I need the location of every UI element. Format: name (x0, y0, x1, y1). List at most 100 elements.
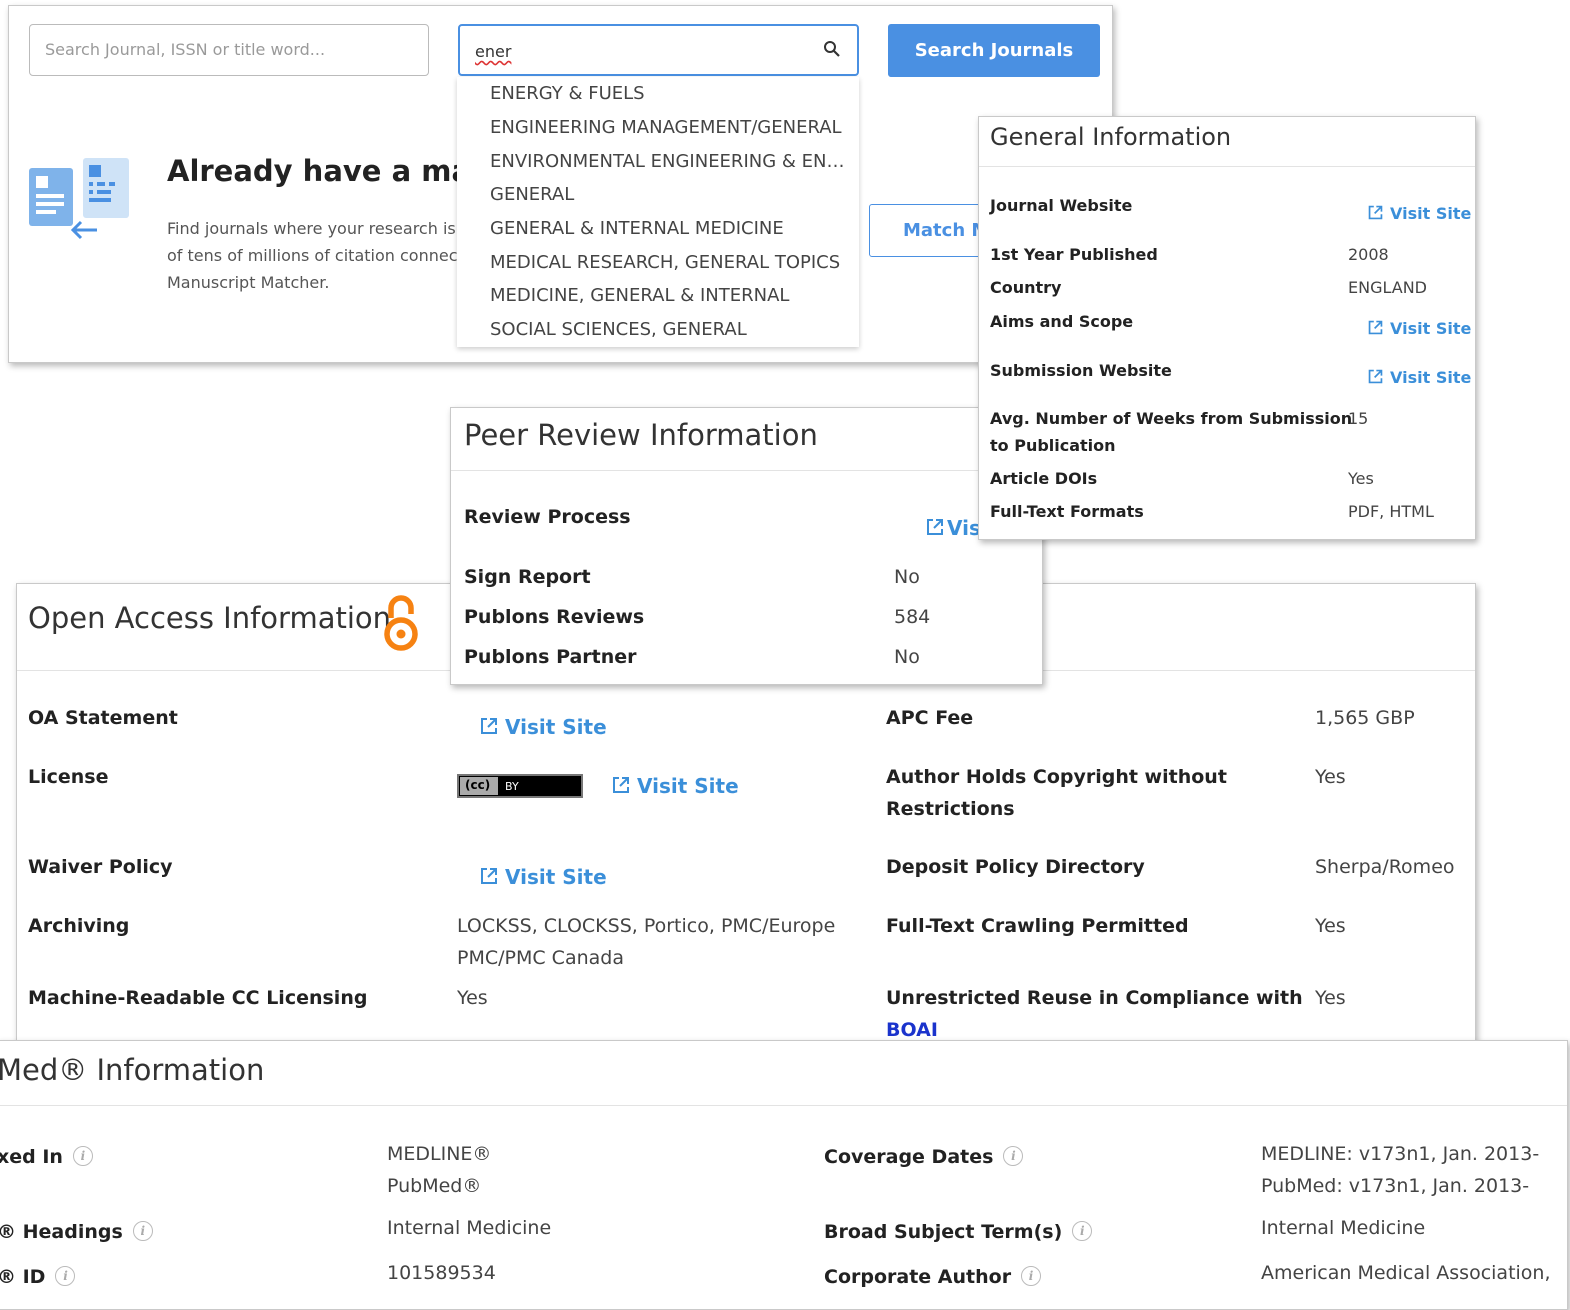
search-journals-button[interactable]: Search Journals (888, 24, 1100, 77)
waiver-label: Waiver Policy (28, 856, 173, 878)
broad-subject-value: Internal Medicine (1261, 1217, 1426, 1239)
article-dois-value: Yes (1348, 469, 1374, 488)
peer-divider (451, 470, 1042, 471)
aims-scope-visit-link[interactable]: Visit Site (1367, 319, 1471, 338)
headings-value: Internal Medicine (387, 1217, 552, 1239)
suggestion-item[interactable]: ENERGY & FUELS (490, 83, 645, 104)
submission-visit-link[interactable]: Visit Site (1367, 368, 1471, 387)
suggestion-item[interactable]: GENERAL & INTERNAL MEDICINE (490, 218, 784, 239)
journal-search-input[interactable]: Search Journal, ISSN or title word... (29, 24, 429, 76)
open-access-icon (381, 594, 421, 659)
indexed-in-label: xed In (0, 1146, 63, 1168)
suggestion-item[interactable]: SOCIAL SCIENCES, GENERAL (490, 319, 747, 340)
suggestion-item[interactable]: MEDICINE, GENERAL & INTERNAL (490, 285, 789, 306)
visit-site-label: Visit Site (1390, 319, 1472, 338)
publons-partner-value: No (894, 646, 920, 668)
suggestion-item[interactable]: ENGINEERING MANAGEMENT/GENERAL (490, 117, 842, 138)
weeks-label-line-2: to Publication (990, 436, 1116, 455)
publons-partner-label: Publons Partner (464, 646, 637, 668)
sign-report-label: Sign Report (464, 566, 591, 588)
peer-review-title: Peer Review Information (464, 418, 818, 452)
visit-site-label: Visit Site (1390, 204, 1472, 223)
id-value: 101589534 (387, 1262, 496, 1284)
search-icon[interactable] (823, 40, 841, 63)
journal-website-visit-link[interactable]: Visit Site (1367, 204, 1471, 223)
year-published-value: 2008 (1348, 245, 1389, 264)
archiving-label: Archiving (28, 915, 130, 937)
submission-website-label: Submission Website (990, 361, 1172, 380)
suggestion-item[interactable]: GENERAL (490, 184, 574, 205)
manuscript-desc-line-1: Find journals where your research is r (167, 219, 468, 238)
weeks-label-line-1: Avg. Number of Weeks from Submission (990, 409, 1353, 428)
external-link-icon (1368, 320, 1383, 335)
journal-search-placeholder: Search Journal, ISSN or title word... (45, 40, 326, 59)
general-divider (979, 166, 1475, 167)
aims-scope-label: Aims and Scope (990, 312, 1134, 331)
full-text-formats-value: PDF, HTML (1348, 502, 1434, 521)
machine-readable-label: Machine-Readable CC Licensing (28, 987, 368, 1009)
publons-reviews-label: Publons Reviews (464, 606, 645, 628)
pubmed-divider (0, 1105, 1567, 1106)
archiving-value-line-1: LOCKSS, CLOCKSS, Portico, PMC/Europe (457, 915, 836, 937)
weeks-value: 15 (1348, 409, 1369, 428)
machine-readable-value: Yes (457, 987, 488, 1009)
reuse-label-line-1: Unrestricted Reuse in Compliance with (886, 987, 1303, 1009)
general-info-panel: General Information Journal Website Visi… (978, 116, 1476, 540)
corporate-author-row: Corporate Author i (824, 1266, 1042, 1288)
info-icon[interactable]: i (55, 1266, 76, 1286)
info-icon[interactable]: i (72, 1146, 93, 1166)
boai-link[interactable]: BOAI (886, 1019, 938, 1041)
coverage-value-2: PubMed: v173n1, Jan. 2013- (1261, 1175, 1530, 1197)
article-dois-label: Article DOIs (990, 469, 1098, 488)
coverage-value-1: MEDLINE: v173n1, Jan. 2013- (1261, 1143, 1540, 1165)
category-search-value: ener (475, 42, 512, 61)
coverage-row: Coverage Dates i (824, 1146, 1024, 1168)
external-link-icon (481, 718, 497, 734)
apc-fee-label: APC Fee (886, 707, 974, 729)
waiver-visit-link[interactable]: Visit Site (479, 865, 607, 889)
indexed-in-value-1: MEDLINE® (387, 1143, 492, 1165)
visit-site-label: Visit Site (505, 715, 607, 739)
info-icon[interactable]: i (1072, 1221, 1093, 1241)
deposit-policy-label: Deposit Policy Directory (886, 856, 1145, 878)
license-label: License (28, 766, 109, 788)
year-published-label: 1st Year Published (990, 245, 1158, 264)
corporate-author-label: Corporate Author (824, 1266, 1012, 1288)
category-search-input[interactable]: ener (458, 24, 859, 76)
headings-row: ® Headings i (0, 1221, 153, 1243)
archiving-value-line-2: PMC/PMC Canada (457, 947, 624, 969)
broad-subject-row: Broad Subject Term(s) i (824, 1221, 1093, 1243)
deposit-policy-value: Sherpa/Romeo (1315, 856, 1455, 878)
suggestion-item[interactable]: ENVIRONMENTAL ENGINEERING & EN… (490, 151, 844, 172)
broad-subject-label: Broad Subject Term(s) (824, 1221, 1063, 1243)
country-label: Country (990, 278, 1062, 297)
suggestion-item[interactable]: MEDICAL RESEARCH, GENERAL TOPICS (490, 252, 840, 273)
crawling-label: Full-Text Crawling Permitted (886, 915, 1189, 937)
id-label: ® ID (0, 1266, 46, 1288)
apc-fee-value: 1,565 GBP (1315, 707, 1415, 729)
pubmed-panel: Med® Information xed In i MEDLINE® PubMed… (0, 1040, 1568, 1310)
crawling-value: Yes (1315, 915, 1346, 937)
visit-site-label: Visit Site (1390, 368, 1472, 387)
review-process-label: Review Process (464, 506, 631, 528)
coverage-label: Coverage Dates (824, 1146, 994, 1168)
external-link-icon (613, 777, 629, 793)
corporate-author-value: American Medical Association, (1261, 1262, 1551, 1284)
full-text-formats-label: Full-Text Formats (990, 502, 1144, 521)
oa-statement-label: OA Statement (28, 707, 178, 729)
info-icon[interactable]: i (132, 1221, 153, 1241)
info-icon[interactable]: i (1003, 1146, 1024, 1166)
oa-title: Open Access Information (28, 601, 392, 635)
sign-report-value: No (894, 566, 920, 588)
license-visit-link[interactable]: Visit Site (611, 774, 739, 798)
info-icon[interactable]: i (1021, 1266, 1042, 1286)
copyright-value: Yes (1315, 766, 1346, 788)
cc-by-badge: (cc) BY (457, 774, 583, 798)
country-value: ENGLAND (1348, 278, 1427, 297)
general-info-title: General Information (990, 123, 1232, 151)
publons-reviews-value: 584 (894, 606, 931, 628)
indexed-in-value-2: PubMed® (387, 1175, 482, 1197)
external-link-icon (927, 519, 943, 535)
oa-statement-visit-link[interactable]: Visit Site (479, 715, 607, 739)
id-row: ® ID i (0, 1266, 76, 1288)
